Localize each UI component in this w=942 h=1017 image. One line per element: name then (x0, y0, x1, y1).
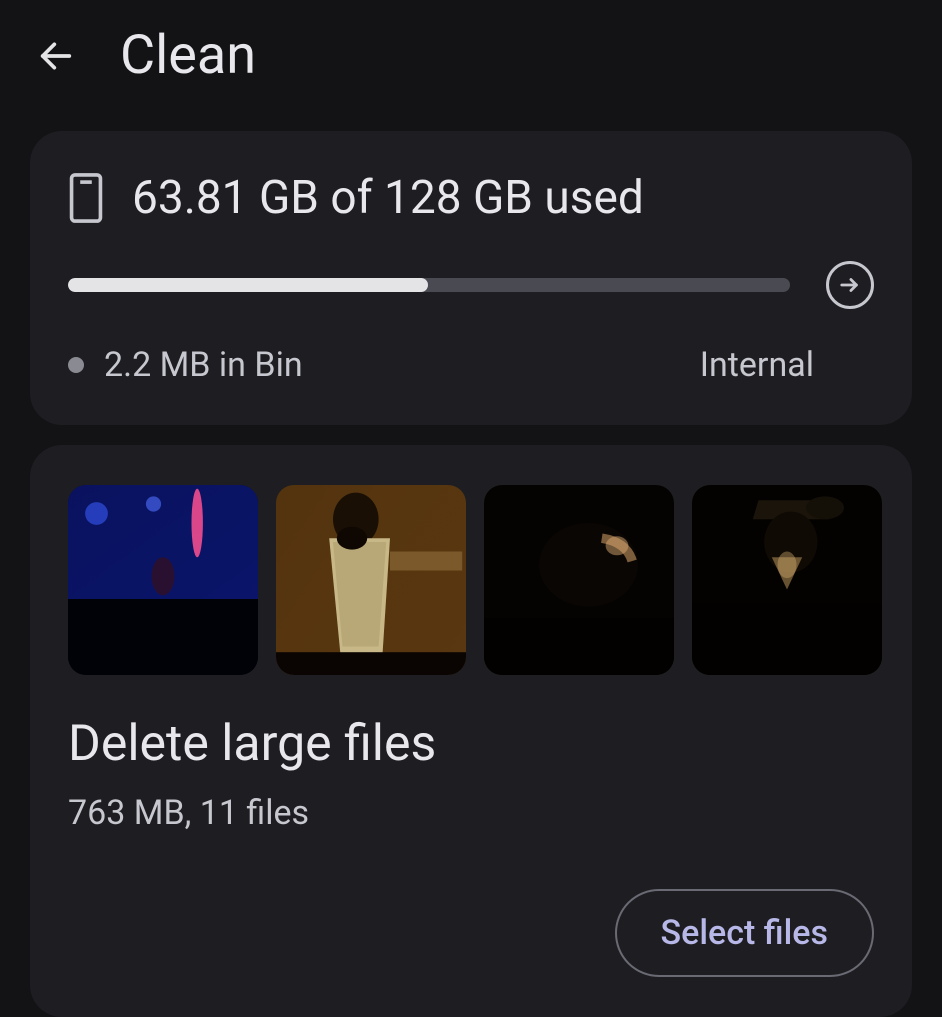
arrow-left-icon (36, 36, 76, 76)
app-header: Clean (0, 0, 942, 111)
bin-info[interactable]: 2.2 MB in Bin (68, 345, 303, 385)
storage-progress-bar (68, 278, 790, 292)
select-files-button[interactable]: Select files (615, 889, 874, 977)
bin-dot-icon (68, 357, 84, 373)
storage-location-label: Internal (700, 345, 814, 385)
storage-progress-fill (68, 278, 428, 292)
storage-card: 63.81 GB of 128 GB used 2.2 MB in Bin In… (30, 131, 912, 425)
thumbnail-image-icon (276, 485, 466, 675)
thumbnail-image-icon (484, 485, 674, 675)
large-files-card: Delete large files 763 MB, 11 files Sele… (30, 445, 912, 1017)
storage-header: 63.81 GB of 128 GB used (68, 171, 874, 225)
thumbnail-image-icon (68, 485, 258, 675)
thumbnail-image-icon (692, 485, 882, 675)
thumbnail-2[interactable] (276, 485, 466, 675)
storage-progress-row (68, 261, 874, 309)
thumbnail-3[interactable] (484, 485, 674, 675)
thumbnail-1[interactable] (68, 485, 258, 675)
back-button[interactable] (32, 32, 80, 80)
card-action-row: Select files (68, 889, 874, 977)
phone-icon (68, 172, 104, 224)
storage-footer: 2.2 MB in Bin Internal (68, 345, 874, 385)
bin-text: 2.2 MB in Bin (104, 345, 303, 385)
storage-usage-text: 63.81 GB of 128 GB used (132, 171, 644, 225)
arrow-right-circle-icon (839, 274, 861, 296)
page-title: Clean (120, 24, 256, 87)
large-files-subtitle: 763 MB, 11 files (68, 793, 874, 833)
storage-details-button[interactable] (826, 261, 874, 309)
thumbnails-row (68, 485, 874, 675)
thumbnail-4[interactable] (692, 485, 882, 675)
large-files-title: Delete large files (68, 715, 874, 773)
